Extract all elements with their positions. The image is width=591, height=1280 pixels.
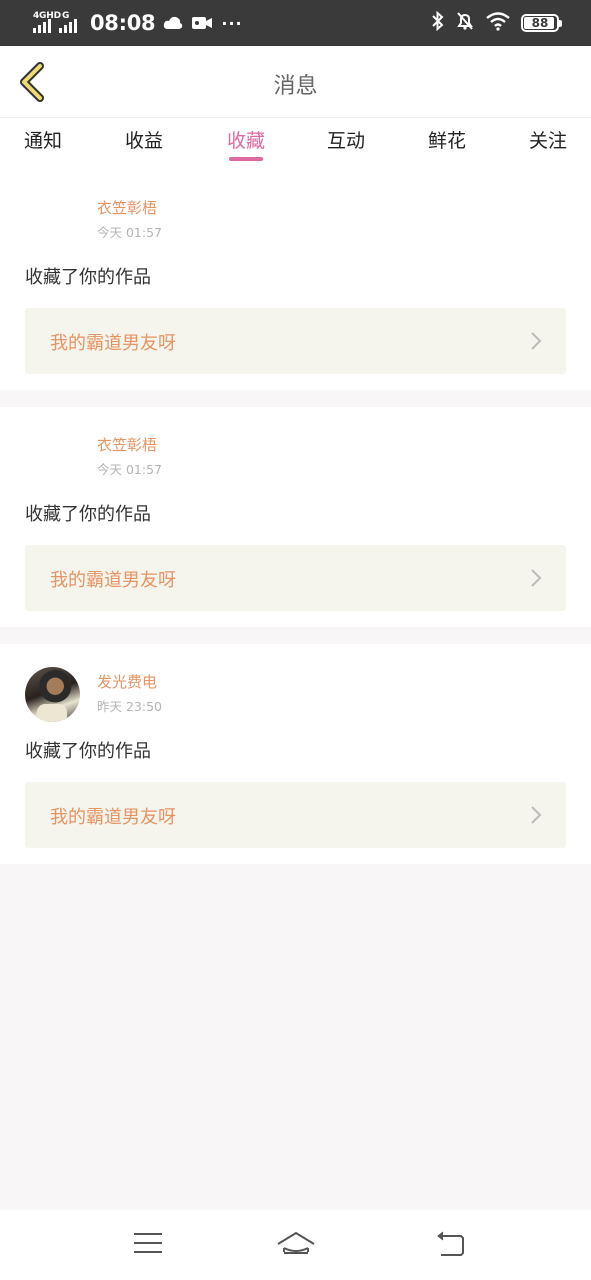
work-link[interactable]: 我的霸道男友呀 — [25, 545, 566, 611]
user-name[interactable]: 发光费电 — [97, 671, 157, 692]
tab-favorites[interactable]: 收藏 — [227, 126, 266, 161]
work-title: 我的霸道男友呀 — [50, 333, 176, 354]
home-button[interactable] — [276, 1230, 316, 1262]
message-action-text: 收藏了你的作品 — [25, 267, 151, 288]
status-time: 08:08 — [90, 11, 156, 35]
battery-icon: 88 — [521, 14, 562, 32]
avatar[interactable] — [25, 667, 80, 722]
signal-bars-icon — [33, 19, 51, 33]
active-tab-indicator — [229, 157, 264, 161]
tab-label: 鲜花 — [428, 130, 467, 152]
signal-4g-indicator: 4GHD — [32, 11, 61, 34]
wifi-icon — [485, 11, 511, 35]
menu-button[interactable] — [133, 1230, 163, 1260]
chevron-right-icon — [531, 806, 542, 824]
avatar[interactable] — [25, 193, 80, 248]
tab-flowers[interactable]: 鲜花 — [428, 126, 466, 153]
work-title: 我的霸道男友呀 — [50, 570, 176, 591]
signal-bars-icon — [59, 19, 77, 33]
bluetooth-icon — [431, 10, 445, 35]
message-time: 今天 01:57 — [97, 225, 162, 240]
message-action-text: 收藏了你的作品 — [25, 504, 151, 525]
page-title: 消息 — [273, 74, 318, 99]
video-icon — [191, 15, 213, 31]
message-time: 今天 01:57 — [97, 462, 162, 477]
tab-notifications[interactable]: 通知 — [24, 126, 62, 153]
tab-label: 通知 — [24, 130, 63, 152]
user-name[interactable]: 衣笠彰梧 — [97, 434, 157, 455]
app-header: 消息 — [0, 46, 591, 118]
user-name[interactable]: 衣笠彰梧 — [97, 197, 157, 218]
tab-label: 收益 — [125, 130, 164, 152]
work-link[interactable]: 我的霸道男友呀 — [25, 782, 566, 848]
avatar[interactable] — [25, 430, 80, 485]
tab-interactions[interactable]: 互动 — [327, 126, 365, 153]
back-icon — [437, 1231, 464, 1256]
system-nav-bar — [0, 1210, 591, 1280]
home-icon — [277, 1231, 315, 1254]
message-time: 昨天 23:50 — [97, 699, 162, 714]
tab-label: 关注 — [529, 130, 568, 152]
cloud-icon — [163, 15, 183, 31]
tab-follows[interactable]: 关注 — [529, 126, 567, 153]
menu-icon — [134, 1233, 162, 1253]
back-nav-button[interactable] — [435, 1230, 467, 1262]
message-item: 衣笠彰梧 今天 01:57 收藏了你的作品 我的霸道男友呀 — [0, 170, 591, 390]
chevron-right-icon — [531, 569, 542, 587]
tab-earnings[interactable]: 收益 — [125, 126, 163, 153]
more-dots-icon: ··· — [221, 13, 243, 33]
message-action-text: 收藏了你的作品 — [25, 741, 151, 762]
tab-label: 互动 — [327, 130, 366, 152]
chevron-right-icon — [531, 332, 542, 350]
message-item: 发光费电 昨天 23:50 收藏了你的作品 我的霸道男友呀 — [0, 644, 591, 864]
message-item: 衣笠彰梧 今天 01:57 收藏了你的作品 我的霸道男友呀 — [0, 407, 591, 627]
tab-label: 收藏 — [227, 130, 266, 152]
battery-level: 88 — [531, 16, 549, 30]
signal-g-indicator: G — [58, 11, 84, 34]
status-bar: 4GHD G 08:08 ··· 88 — [0, 0, 591, 46]
work-link[interactable]: 我的霸道男友呀 — [25, 308, 566, 374]
work-title: 我的霸道男友呀 — [50, 807, 176, 828]
tab-bar: 通知 收益 收藏 互动 鲜花 关注 — [0, 118, 591, 170]
bell-off-icon — [455, 11, 475, 35]
